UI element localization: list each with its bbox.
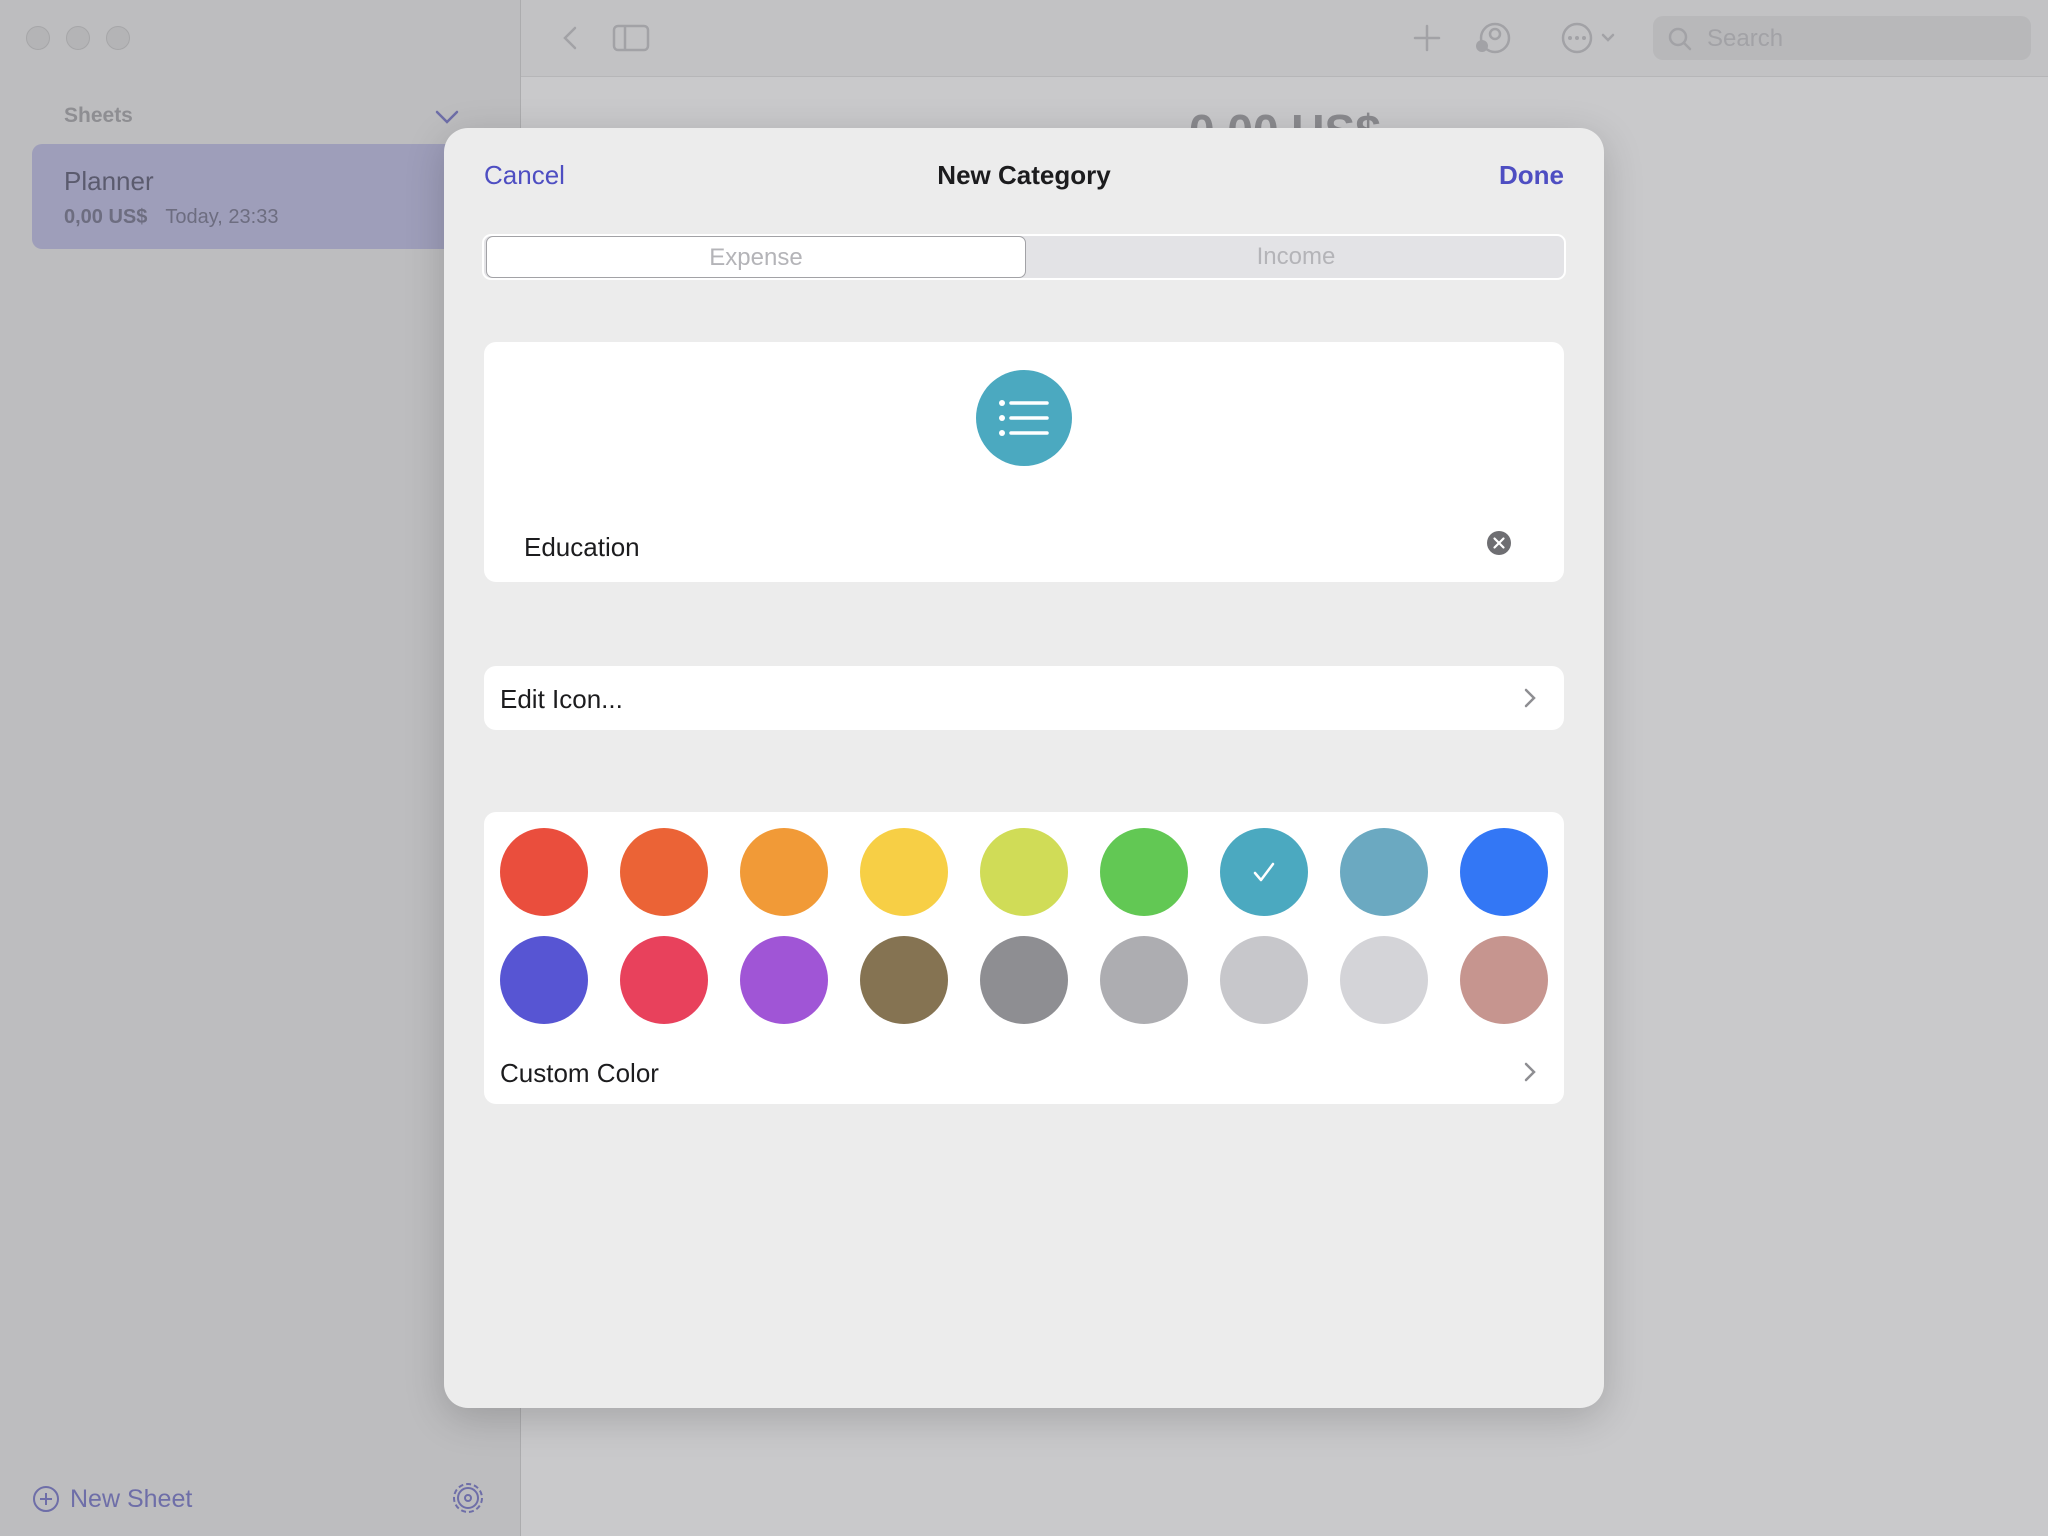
category-name-card: Education xyxy=(484,342,1564,582)
color-swatch[interactable] xyxy=(860,936,948,1024)
search-placeholder: Search xyxy=(1707,25,1784,52)
close-window-button[interactable] xyxy=(26,26,50,50)
clear-text-icon[interactable] xyxy=(1486,530,1512,556)
plus-icon[interactable] xyxy=(1407,18,1447,58)
chevron-down-icon[interactable] xyxy=(434,104,460,130)
color-swatch[interactable] xyxy=(500,936,588,1024)
new-sheet-button[interactable]: New Sheet xyxy=(32,1482,192,1516)
color-swatch[interactable] xyxy=(1220,828,1308,916)
sheet-amount: 0,00 US$ xyxy=(64,206,148,228)
sheet-subtitle: 0,00 US$ Today, 23:33 xyxy=(64,206,278,229)
dialog-title: New Category xyxy=(937,160,1111,190)
color-swatch[interactable] xyxy=(1220,936,1308,1024)
more-options-icon[interactable] xyxy=(1559,18,1619,58)
color-swatch[interactable] xyxy=(740,936,828,1024)
color-swatch[interactable] xyxy=(1100,936,1188,1024)
color-swatch[interactable] xyxy=(740,828,828,916)
new-category-dialog: New Category Cancel Done Expense Income … xyxy=(444,128,1604,1408)
new-sheet-label: New Sheet xyxy=(70,1484,193,1513)
toolbar: Search xyxy=(521,0,2048,77)
list-bullet-icon xyxy=(999,400,1049,436)
chevron-right-icon xyxy=(1524,688,1536,708)
color-swatch[interactable] xyxy=(980,936,1068,1024)
segment-income[interactable]: Income xyxy=(1026,236,1566,278)
search-icon xyxy=(1668,27,1692,51)
category-icon-preview xyxy=(976,370,1072,466)
color-swatch[interactable] xyxy=(1340,828,1428,916)
cancel-button[interactable]: Cancel xyxy=(484,160,565,191)
gear-icon[interactable] xyxy=(450,1480,486,1516)
color-picker-card: Custom Color xyxy=(484,812,1564,1104)
edit-icon-row[interactable]: Edit Icon... xyxy=(484,666,1564,730)
color-swatch[interactable] xyxy=(1100,828,1188,916)
back-chevron-icon[interactable] xyxy=(551,18,591,58)
segment-expense[interactable]: Expense xyxy=(486,236,1026,278)
done-button[interactable]: Done xyxy=(1499,160,1564,191)
category-name-field[interactable]: Education xyxy=(524,532,640,563)
color-swatch[interactable] xyxy=(1460,828,1548,916)
color-swatch[interactable] xyxy=(1460,936,1548,1024)
edit-icon-label: Edit Icon... xyxy=(500,684,623,714)
color-swatch[interactable] xyxy=(1340,936,1428,1024)
zoom-window-button[interactable] xyxy=(106,26,130,50)
type-segmented-control: Expense Income xyxy=(482,234,1566,280)
color-swatch[interactable] xyxy=(500,828,588,916)
minimize-window-button[interactable] xyxy=(66,26,90,50)
chevron-right-icon[interactable] xyxy=(1522,1060,1538,1084)
sheet-date: Today, 23:33 xyxy=(165,206,279,228)
custom-color-label[interactable]: Custom Color xyxy=(500,1058,659,1089)
search-input[interactable]: Search xyxy=(1653,16,2031,60)
color-swatch[interactable] xyxy=(620,936,708,1024)
sidebar-toggle-icon[interactable] xyxy=(611,18,651,58)
color-swatch[interactable] xyxy=(980,828,1068,916)
sheet-title: Planner xyxy=(64,166,154,196)
color-swatch[interactable] xyxy=(860,828,948,916)
checkmark-icon xyxy=(1253,862,1275,882)
plus-circle-icon xyxy=(33,1486,59,1512)
color-swatch[interactable] xyxy=(620,828,708,916)
sheets-section-header: Sheets xyxy=(64,104,133,127)
share-people-icon[interactable] xyxy=(1473,18,1513,58)
sidebar: Sheets Planner 0,00 US$ Today, 23:33 New … xyxy=(0,0,532,1536)
